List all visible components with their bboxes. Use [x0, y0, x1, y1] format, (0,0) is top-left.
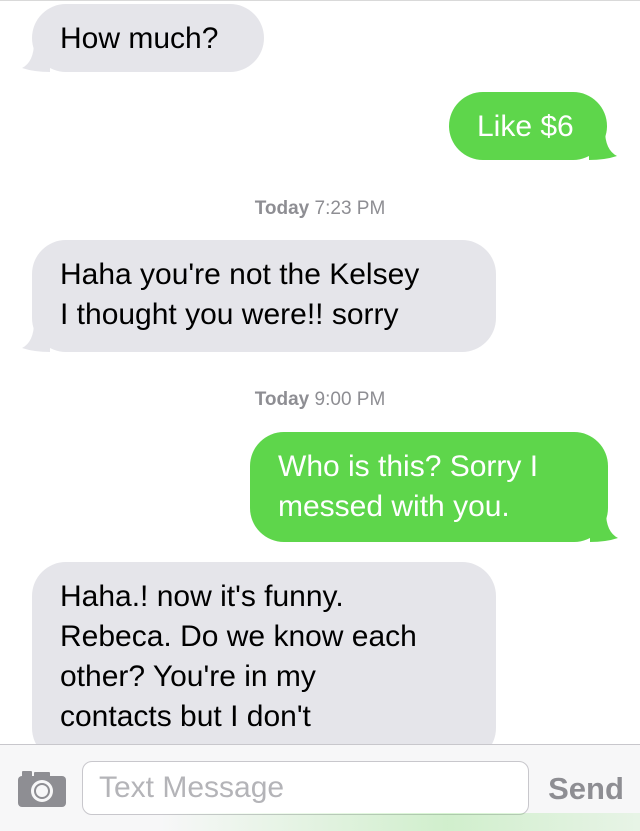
timestamp-day: Today — [254, 198, 310, 219]
timestamp-day: Today — [254, 389, 310, 410]
message-line: other? You're in my — [60, 660, 316, 693]
bubble-tail-icon — [22, 42, 50, 72]
bottom-glow — [160, 813, 640, 831]
timestamp: Today 9:00 PM — [0, 389, 640, 411]
message-input-bar: Send — [0, 744, 640, 831]
message-thread[interactable]: How much? Like $6 Today 7:23 PM Haha you… — [0, 0, 640, 744]
message-bubble-incoming[interactable]: How much? — [22, 4, 264, 72]
message-line: I thought you were!! sorry — [60, 298, 399, 331]
message-line: Rebeca. Do we know each — [60, 620, 417, 653]
timestamp-time: 7:23 PM — [314, 198, 386, 219]
messages-screen: How much? Like $6 Today 7:23 PM Haha you… — [0, 0, 640, 831]
message-line: contacts but I don't — [60, 700, 311, 733]
message-line: Haha.! now it's funny. — [60, 580, 344, 613]
timestamp-time: 9:00 PM — [314, 389, 386, 410]
message-line: Haha you're not the Kelsey — [60, 258, 420, 291]
timestamp: Today 7:23 PM — [0, 198, 640, 220]
send-button[interactable]: Send — [540, 765, 632, 813]
message-line: Like $6 — [477, 110, 574, 143]
message-line: Who is this? Sorry I — [278, 450, 539, 483]
text-message-input[interactable] — [82, 761, 529, 815]
message-line: messed with you. — [278, 490, 510, 523]
message-bubble-incoming[interactable]: Haha.! now it's funny. Rebeca. Do we kno… — [32, 562, 496, 744]
message-bubble-incoming[interactable]: Haha you're not the Kelsey I thought you… — [22, 240, 496, 352]
camera-icon[interactable] — [16, 769, 68, 809]
bubble-tail-icon — [590, 512, 618, 542]
message-bubble-outgoing[interactable]: Who is this? Sorry I messed with you. — [250, 432, 618, 542]
message-line: How much? — [60, 22, 219, 55]
bubble-tail-icon — [22, 322, 50, 352]
bubble-tail-icon — [589, 130, 617, 160]
message-bubble-outgoing[interactable]: Like $6 — [449, 92, 617, 160]
